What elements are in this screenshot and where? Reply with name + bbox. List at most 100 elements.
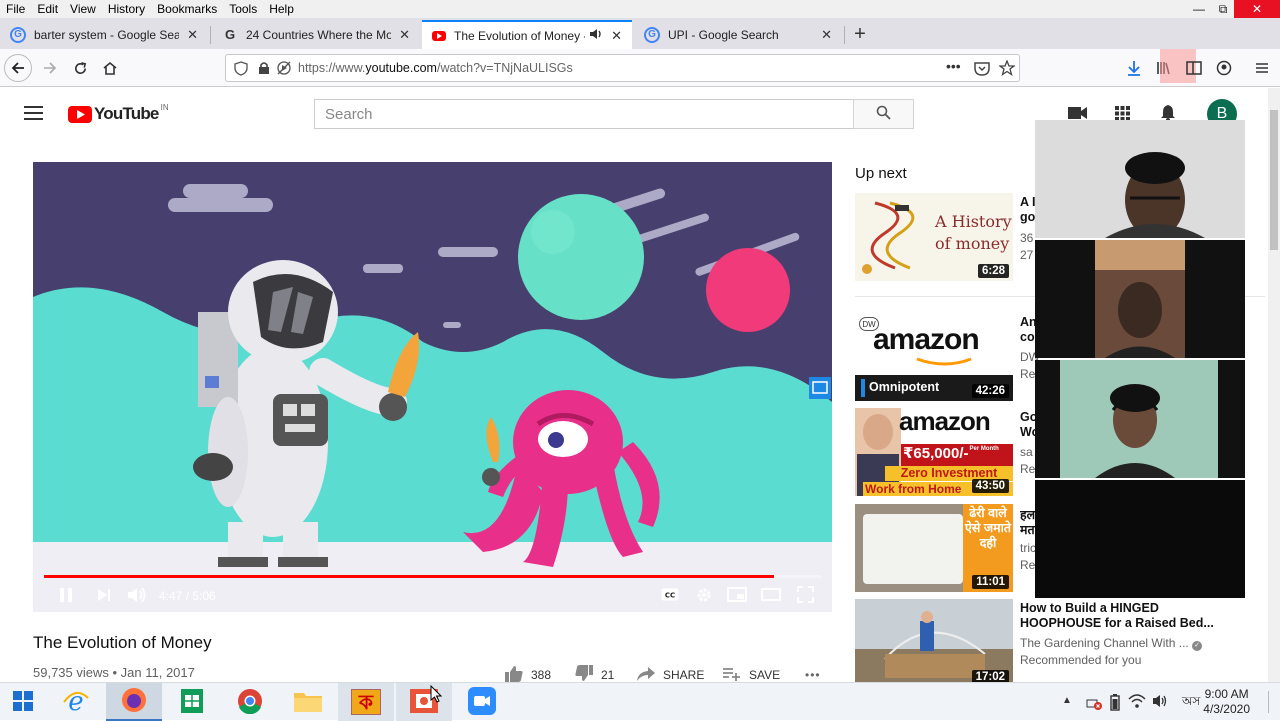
captions-button[interactable]: CC: [660, 585, 680, 607]
google-icon: G: [10, 26, 26, 43]
zoom-participant-tile[interactable]: [1035, 480, 1245, 598]
home-button[interactable]: [96, 54, 124, 82]
thumb-subcaption: Omnipotent: [869, 380, 940, 394]
menu-edit[interactable]: Edit: [31, 2, 64, 16]
rec-title[interactable]: How to Build a HINGED: [1020, 601, 1260, 615]
rec-title-line2[interactable]: HOOPHOUSE for a Raised Bed...: [1020, 616, 1260, 630]
youtube-wordmark: YouTube: [94, 104, 159, 123]
pocket-icon[interactable]: [974, 61, 990, 79]
volume-icon: [127, 586, 147, 606]
restore-icon[interactable]: ⧉: [1210, 0, 1236, 18]
tab-24-countries[interactable]: G 24 Countries Where the Mone ✕: [212, 20, 420, 49]
share-label: SHARE: [663, 668, 705, 682]
shield-icon[interactable]: [234, 61, 248, 79]
start-button[interactable]: [0, 683, 46, 721]
show-desktop-button[interactable]: [1268, 691, 1276, 713]
taskbar-file-explorer[interactable]: [280, 683, 336, 721]
battery-icon[interactable]: [1110, 693, 1120, 714]
like-count: 388: [531, 668, 552, 682]
tray-expand-icon[interactable]: ▲: [1062, 695, 1072, 706]
youtube-logo[interactable]: YouTube IN: [68, 102, 169, 124]
download-icon[interactable]: [1120, 54, 1148, 82]
tab-close-icon[interactable]: ✕: [821, 27, 832, 43]
page-actions-icon[interactable]: •••: [946, 58, 961, 74]
minimize-icon[interactable]: —: [1186, 0, 1212, 18]
zoom-participant-tile[interactable]: [1035, 360, 1245, 478]
tab-barter-system[interactable]: G barter system - Google Search ✕: [0, 20, 208, 49]
next-video-button[interactable]: [95, 585, 113, 607]
account-icon[interactable]: [1210, 54, 1238, 82]
fullscreen-button[interactable]: [794, 585, 816, 607]
input-language[interactable]: অস: [1182, 693, 1200, 713]
video-frame-illustration: [33, 162, 832, 612]
rec-thumbnail[interactable]: ढेरी वाले ऐसे जमाते दही 11:01: [855, 504, 1013, 592]
speaker-icon[interactable]: [589, 28, 603, 43]
participant-video: [1035, 360, 1245, 478]
video-meta: 59,735 views • Jan 11, 2017: [33, 665, 195, 680]
google-icon: G: [644, 26, 660, 43]
scroll-thumb[interactable]: [1270, 110, 1278, 250]
taskbar-clock[interactable]: 9:00 AM 4/3/2020: [1203, 687, 1250, 717]
chrome-icon: [237, 688, 263, 717]
menu-bookmarks[interactable]: Bookmarks: [151, 2, 223, 16]
volume-tray-icon[interactable]: [1152, 694, 1168, 711]
search-button[interactable]: [853, 99, 914, 129]
zoom-participant-tile[interactable]: [1035, 240, 1245, 358]
window-close-icon[interactable]: ✕: [1234, 0, 1280, 18]
menu-file[interactable]: File: [0, 2, 31, 16]
menu-view[interactable]: View: [64, 2, 102, 16]
page-scrollbar[interactable]: [1268, 88, 1280, 682]
tab-close-icon[interactable]: ✕: [611, 28, 622, 44]
hamburger-menu-icon[interactable]: [1248, 54, 1276, 82]
bookmark-star-icon[interactable]: [998, 59, 1016, 79]
playlist-add-icon: [723, 667, 741, 684]
forward-button[interactable]: [36, 54, 64, 82]
tab-evolution-of-money[interactable]: The Evolution of Money - Y ✕: [422, 20, 632, 49]
url-bar[interactable]: https://www.youtube.com/watch?v=TNjNaULI…: [225, 54, 1020, 82]
lock-icon[interactable]: [258, 61, 270, 78]
back-button[interactable]: [4, 54, 32, 82]
guide-menu-icon[interactable]: [24, 106, 43, 123]
curd-tray-photo: [863, 514, 963, 584]
rec-thumbnail[interactable]: A History of money 6:28: [855, 193, 1013, 281]
rec-thumbnail[interactable]: 17:02: [855, 599, 1013, 687]
g-icon: G: [224, 27, 236, 42]
tab-upi[interactable]: G UPI - Google Search ✕: [634, 20, 842, 49]
taskbar-firefox[interactable]: [106, 683, 162, 721]
pause-button[interactable]: [57, 585, 75, 607]
tab-close-icon[interactable]: ✕: [187, 27, 198, 43]
tab-label: barter system - Google Search: [34, 27, 180, 42]
miniplayer-icon: [727, 587, 747, 605]
amazon-smile-icon: [916, 357, 972, 366]
menu-help[interactable]: Help: [263, 2, 300, 16]
video-player[interactable]: 4:47 / 5:06 CC: [33, 162, 832, 612]
theater-mode-button[interactable]: [759, 585, 783, 607]
rec-channel: The Gardening Channel With ... ✓: [1020, 636, 1260, 651]
rec-thumbnail[interactable]: amazon ₹65,000/-Per Month Zero Investmen…: [855, 408, 1013, 496]
wifi-icon[interactable]: [1128, 693, 1146, 712]
taskbar-internet-explorer[interactable]: e: [48, 683, 104, 721]
tab-close-icon[interactable]: ✕: [399, 27, 410, 43]
network-disconnected-icon[interactable]: [1086, 694, 1102, 713]
thumb-caption: amazon: [873, 323, 980, 356]
zoom-participant-tile[interactable]: [1035, 120, 1245, 238]
new-tab-button[interactable]: +: [848, 22, 872, 46]
autoplay-blocked-icon[interactable]: [276, 60, 292, 79]
taskbar-sheets[interactable]: [164, 683, 220, 721]
reload-button[interactable]: [66, 54, 94, 82]
taskbar-chrome[interactable]: [222, 683, 278, 721]
video-progress-bar[interactable]: [44, 575, 821, 578]
volume-button[interactable]: [126, 585, 148, 607]
settings-button[interactable]: [693, 585, 715, 607]
search-input[interactable]: Search: [314, 99, 854, 129]
navigation-bar: https://www.youtube.com/watch?v=TNjNaULI…: [0, 49, 1280, 87]
menu-history[interactable]: History: [102, 2, 151, 16]
taskbar-bangla-keyboard[interactable]: ক: [338, 683, 394, 721]
region-label: IN: [160, 102, 169, 112]
taskbar-zoom[interactable]: [454, 683, 510, 721]
menu-tools[interactable]: Tools: [223, 2, 263, 16]
miniplayer-button[interactable]: [726, 585, 748, 607]
rec-thumbnail[interactable]: DW amazon Omnipotent 42:26: [855, 313, 1013, 401]
sidebar-icon[interactable]: [1180, 54, 1208, 82]
taskbar-presentation-app[interactable]: [396, 683, 452, 721]
